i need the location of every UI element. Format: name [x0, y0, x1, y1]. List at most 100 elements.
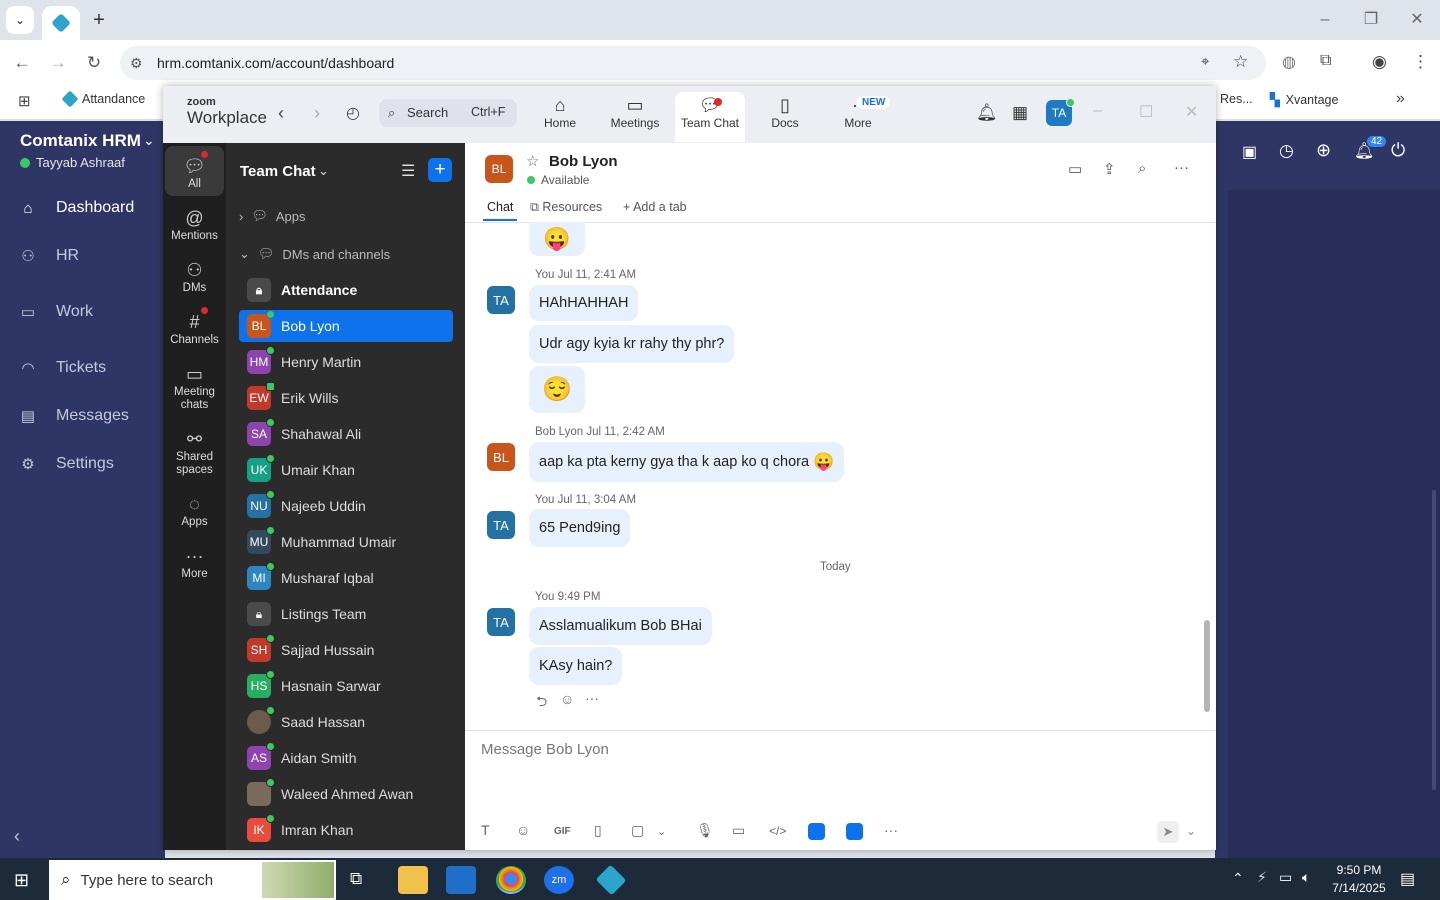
hrm-nav-dashboard[interactable]: ⌂ Dashboard	[0, 188, 165, 228]
list-item[interactable]: NU Najeeb Uddin	[239, 490, 453, 522]
send-options-icon[interactable]: ⌄	[1186, 824, 1196, 838]
profile-icon[interactable]: ◉	[1372, 52, 1387, 72]
message-bubble[interactable]: 65 Pend9ing	[529, 509, 631, 547]
docs-app-icon[interactable]	[846, 823, 863, 840]
list-item[interactable]: HS Hasnain Sarwar	[239, 670, 453, 702]
clock-time[interactable]: 9:50 PM	[1329, 863, 1389, 877]
restore-icon[interactable]: ❐	[1359, 8, 1383, 32]
video-message-icon[interactable]: ▭	[732, 822, 745, 839]
rail-mentions[interactable]: @ Mentions	[165, 206, 224, 243]
rail-meeting-chats[interactable]: ▭ Meeting chats	[165, 362, 224, 412]
hrm-nav-messages[interactable]: ▤ Messages	[0, 396, 165, 436]
contact-avatar[interactable]: BL	[487, 443, 515, 471]
apps-grid-icon[interactable]: ⊞	[18, 92, 31, 110]
apps-section[interactable]: › 💬︎ Apps	[239, 208, 306, 224]
bookmark-xvantage[interactable]: ▚ Xvantage	[1270, 92, 1338, 108]
more-tools-icon[interactable]: ···	[884, 822, 898, 838]
windows-start-icon[interactable]: ⊞	[14, 870, 29, 891]
outlook-icon[interactable]	[446, 866, 476, 894]
share-screen-icon[interactable]: ⇪	[1103, 160, 1116, 178]
task-view-icon[interactable]: ⧉	[350, 869, 362, 889]
more-bookmarks-icon[interactable]: »	[1396, 90, 1405, 108]
zoom-search[interactable]: ⌕ Search Ctrl+F	[379, 99, 517, 127]
hrm-title[interactable]: Comtanix HRM	[20, 131, 141, 151]
rail-dms[interactable]: ⚇ DMs	[165, 258, 224, 295]
notifications-icon[interactable]: ▤	[1400, 869, 1415, 889]
tab-home[interactable]: ⌂ Home	[525, 92, 595, 142]
my-avatar[interactable]: TA	[487, 608, 515, 636]
clock-icon[interactable]: ◷	[1279, 141, 1294, 161]
add-circle-icon[interactable]: ⊕	[1316, 140, 1331, 161]
notes-icon[interactable]: ▣	[1242, 142, 1257, 162]
compose-button[interactable]: +	[428, 158, 452, 182]
my-avatar[interactable]: TA	[487, 286, 515, 314]
list-item[interactable]: IK Imran Khan	[239, 814, 453, 846]
chat-scrollbar[interactable]	[1204, 620, 1210, 712]
hrm-nav-tickets[interactable]: ◠ Tickets	[0, 348, 165, 388]
file-icon[interactable]: ▯	[594, 822, 602, 839]
tab-meetings[interactable]: ▭ Meetings	[600, 92, 670, 142]
chat-avatar[interactable]: BL	[485, 155, 513, 183]
new-tab-button[interactable]: +	[88, 10, 110, 32]
code-icon[interactable]: </>	[769, 824, 786, 838]
tab-resources[interactable]: ⧉ Resources	[530, 200, 602, 215]
add-reaction-icon[interactable]: ☺	[560, 691, 574, 707]
emoji-icon[interactable]: ☺	[516, 822, 530, 838]
extensions-icon[interactable]: ⧉	[1320, 52, 1331, 70]
bookmark-attandance[interactable]: Attandance	[61, 90, 145, 108]
browser-tab-active[interactable]	[42, 6, 80, 40]
message-bubble[interactable]: Udr agy kyia kr rahy thy phr?	[529, 325, 735, 363]
video-call-icon[interactable]: ▭	[1068, 160, 1082, 178]
zoom-minimize-icon[interactable]: –	[1093, 102, 1102, 120]
forward-arrow-icon[interactable]: ›	[314, 103, 320, 124]
tray-chevron-icon[interactable]: ⌃	[1232, 870, 1244, 887]
calendar-icon[interactable]: ▦	[1012, 103, 1028, 123]
globe-icon[interactable]: ◍	[1282, 52, 1296, 72]
rail-apps[interactable]: ◌ Apps	[165, 492, 224, 529]
minimize-icon[interactable]: –	[1313, 8, 1337, 32]
bookmark-res[interactable]: Res...	[1220, 92, 1253, 106]
message-bubble[interactable]: aap ka pta kerny gya tha k aap ko q chor…	[529, 442, 845, 482]
tab-search-button[interactable]: ⌄	[6, 6, 34, 34]
chat-contact-name[interactable]: Bob Lyon	[549, 153, 618, 170]
chrome-icon[interactable]	[496, 866, 526, 894]
list-item[interactable]: SH Sajjad Hussain	[239, 634, 453, 666]
chevron-down-icon[interactable]: ⌄	[318, 163, 329, 179]
chevron-down-icon[interactable]: ⌄	[657, 825, 666, 838]
power-icon[interactable]: ⏻	[1391, 140, 1405, 161]
more-actions-icon[interactable]: ···	[585, 690, 599, 706]
menu-icon[interactable]: ⋮	[1412, 52, 1429, 72]
message-bubble[interactable]: Asslamualikum Bob BHai	[529, 607, 712, 645]
location-icon[interactable]: ⌖	[1201, 53, 1209, 70]
list-item[interactable]: Saad Hassan	[239, 706, 453, 738]
list-item[interactable]: HM Henry Martin	[239, 346, 453, 378]
list-item-bob-lyon[interactable]: BL Bob Lyon	[239, 310, 453, 342]
list-title[interactable]: Team Chat	[240, 163, 316, 180]
tab-chat[interactable]: Chat	[487, 200, 513, 214]
add-tab-button[interactable]: + Add a tab	[623, 200, 687, 214]
volume-icon[interactable]: 🔈︎	[1302, 869, 1310, 886]
network-icon[interactable]: ▭	[1279, 869, 1292, 886]
hrm-nav-settings[interactable]: ⚙ Settings	[0, 444, 165, 484]
clock-date[interactable]: 7/14/2025	[1329, 881, 1389, 895]
more-options-icon[interactable]: ···	[1174, 159, 1189, 176]
list-item[interactable]: Waleed Ahmed Awan	[239, 778, 453, 810]
rail-shared-spaces[interactable]: ⚯ Shared spaces	[165, 427, 224, 477]
close-window-icon[interactable]: ✕	[1405, 8, 1429, 32]
filter-icon[interactable]: ☰	[401, 161, 415, 181]
reply-icon[interactable]: ⮌	[536, 691, 547, 715]
emoji-message[interactable]: 😌	[529, 366, 585, 413]
hrm-nav-hr[interactable]: ⚇ HR	[0, 236, 165, 276]
star-icon[interactable]: ☆	[526, 152, 539, 170]
screenshot-icon[interactable]: ▢	[631, 822, 644, 839]
bell-icon[interactable]: 🔔︎	[976, 103, 998, 123]
zoom-taskbar-icon[interactable]: zm	[544, 866, 574, 894]
list-item[interactable]: 🔒︎ Listings Team	[239, 598, 453, 630]
send-icon[interactable]: ➤	[1157, 821, 1179, 843]
chevron-down-icon[interactable]: ⌄	[143, 132, 155, 149]
message-input[interactable]: Message Bob Lyon	[481, 741, 609, 758]
url-text[interactable]: hrm.comtanix.com/account/dashboard	[157, 55, 394, 71]
collapse-sidebar-icon[interactable]: ‹	[14, 826, 20, 847]
whiteboard-icon[interactable]	[808, 823, 825, 840]
rail-channels[interactable]: # Channels	[165, 310, 224, 347]
